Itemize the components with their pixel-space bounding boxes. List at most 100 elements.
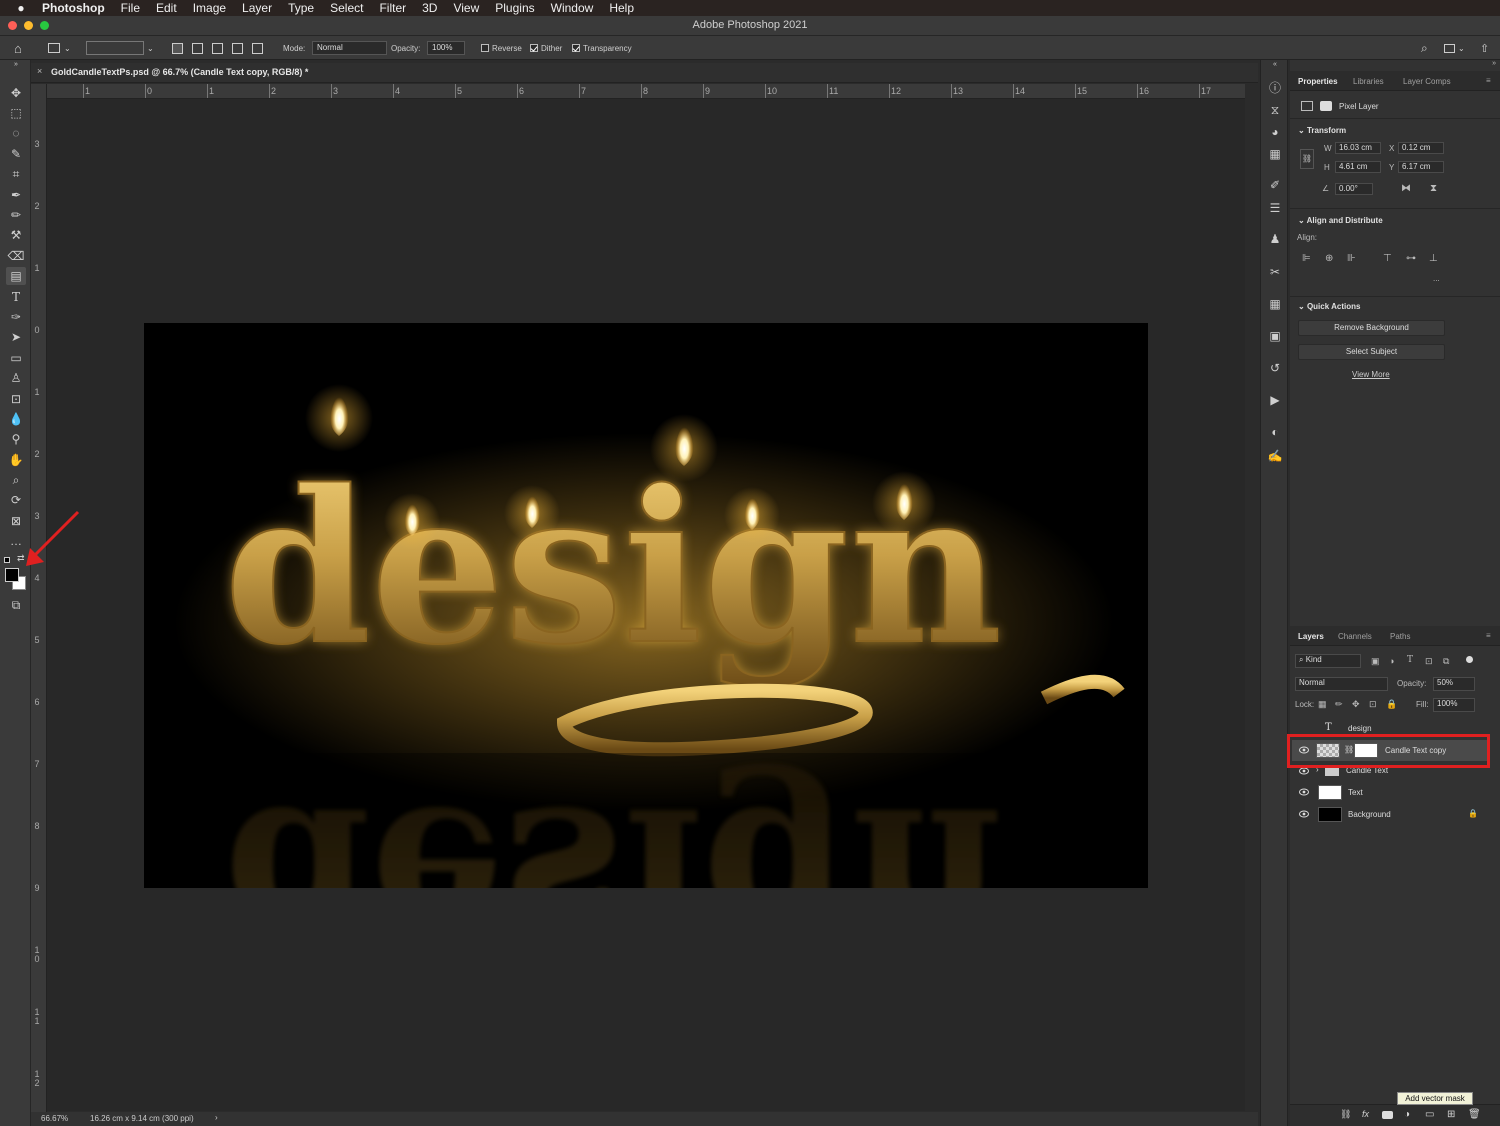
horizontal-ruler[interactable]: 1 0 1 2 3 4 5 6 7 8 9 10 11 12 13 14 15 16 17 — [47, 84, 1245, 99]
rectangle-tool-icon[interactable]: ▭ — [6, 349, 26, 367]
collapse-strip-icon[interactable]: « — [1267, 61, 1283, 69]
close-document-icon[interactable]: × — [37, 66, 42, 76]
layer-thumbnail[interactable] — [1318, 785, 1342, 800]
workspace-icon[interactable]: ⌄ — [1444, 36, 1465, 60]
align-right-icon[interactable]: ⊪ — [1347, 253, 1356, 264]
align-center-h-icon[interactable]: ⊕ — [1325, 253, 1333, 264]
color-icon[interactable]: ◕ — [1267, 124, 1283, 140]
angle-field[interactable]: 0.00° — [1335, 183, 1373, 195]
filter-type-icon[interactable]: T — [1407, 655, 1413, 665]
align-section-title[interactable]: ⌄ Align and Distribute — [1298, 216, 1383, 225]
dodge-tool-icon[interactable]: ⚲ — [6, 430, 26, 448]
panel-menu-icon[interactable]: ≡ — [1486, 76, 1491, 85]
lock-transparent-icon[interactable]: ▦ — [1318, 699, 1327, 710]
x-field[interactable]: 0.12 cm — [1398, 142, 1444, 154]
blur-tool-icon[interactable]: 💧 — [6, 410, 26, 428]
layer-opacity-input[interactable]: 50% — [1433, 677, 1475, 691]
flip-horizontal-icon[interactable]: ⧓ — [1401, 183, 1411, 194]
layers-menu-icon[interactable]: ≡ — [1486, 631, 1491, 640]
zoom-level[interactable]: 66.67% — [41, 1114, 68, 1123]
align-center-v-icon[interactable]: ⊶ — [1406, 253, 1416, 264]
tab-properties[interactable]: Properties — [1298, 77, 1338, 86]
reflected-gradient-button[interactable] — [232, 42, 243, 54]
search-icon[interactable]: ⌕ — [1421, 36, 1428, 60]
menu-image[interactable]: Image — [193, 1, 226, 15]
default-colors-icon[interactable] — [4, 557, 10, 563]
tab-paths[interactable]: Paths — [1390, 632, 1410, 641]
diamond-gradient-button[interactable] — [252, 42, 263, 54]
pen-tool-icon[interactable]: ✑ — [6, 308, 26, 326]
mode-select[interactable]: Normal — [312, 41, 387, 55]
align-top-icon[interactable]: ⊤ — [1383, 253, 1392, 264]
document-tab[interactable]: × GoldCandleTextPs.psd @ 66.7% (Candle T… — [31, 63, 1258, 83]
info-icon[interactable]: ⓘ — [1267, 80, 1283, 96]
filter-shape-icon[interactable]: ⊡ — [1425, 656, 1433, 667]
lock-all-icon[interactable]: 🔒 — [1386, 699, 1397, 710]
menu-filter[interactable]: Filter — [379, 1, 406, 15]
linear-gradient-button[interactable] — [172, 42, 183, 54]
visibility-eye-icon[interactable] — [1299, 787, 1309, 797]
remove-background-button[interactable]: Remove Background — [1298, 320, 1445, 336]
layer-row-background[interactable]: Background 🔒 — [1292, 804, 1488, 825]
radial-gradient-button[interactable] — [192, 42, 203, 54]
new-adjustment-layer-icon[interactable]: ◑ — [1404, 1109, 1410, 1120]
styles-icon[interactable]: ◐ — [1267, 424, 1283, 440]
view-more-link[interactable]: View More — [1352, 370, 1390, 379]
height-field[interactable]: 4.61 cm — [1335, 161, 1381, 173]
filter-adjustment-icon[interactable]: ◑ — [1389, 656, 1394, 666]
tool-preset-picker[interactable]: ⌄ — [48, 36, 71, 60]
history-icon[interactable]: ⧖ — [1267, 102, 1283, 118]
filter-kind-select[interactable]: ⌕ Kind — [1295, 654, 1361, 668]
layer-row-text[interactable]: Text — [1292, 782, 1488, 803]
menu-3d[interactable]: 3D — [422, 1, 437, 15]
visibility-eye-icon[interactable] — [1299, 809, 1309, 819]
tab-layers[interactable]: Layers — [1298, 632, 1324, 641]
document-canvas[interactable]: design design design — [144, 323, 1148, 888]
home-icon[interactable]: ⌂ — [14, 36, 22, 60]
align-left-icon[interactable]: ⊫ — [1302, 253, 1311, 264]
new-layer-icon[interactable]: ⊞ — [1447, 1109, 1455, 1120]
rotate-view-tool-icon[interactable]: ⟳ — [6, 491, 26, 509]
fx-icon[interactable]: fx — [1362, 1109, 1369, 1119]
swatches-icon[interactable]: ▦ — [1267, 146, 1283, 162]
menu-select[interactable]: Select — [330, 1, 363, 15]
zoom-tool-icon[interactable]: ⌕ — [6, 471, 26, 489]
screen-mode-icon[interactable]: ⧉ — [6, 596, 26, 614]
tab-layer-comps[interactable]: Layer Comps — [1403, 77, 1451, 86]
filter-smart-object-icon[interactable]: ⧉ — [1443, 656, 1449, 667]
tab-channels[interactable]: Channels — [1338, 632, 1372, 641]
add-vector-mask-icon[interactable] — [1382, 1111, 1393, 1119]
menu-layer[interactable]: Layer — [242, 1, 272, 15]
share-icon[interactable]: ⇧ — [1480, 36, 1489, 60]
apple-icon[interactable]: ● — [14, 1, 28, 15]
more-align-options[interactable]: ... — [1433, 274, 1440, 283]
angle-gradient-button[interactable] — [212, 42, 223, 54]
new-group-icon[interactable]: ▭ — [1425, 1109, 1434, 1120]
flip-vertical-icon[interactable]: ⧗ — [1430, 183, 1437, 194]
collapse-panels-icon[interactable]: » — [1492, 60, 1496, 67]
foreground-color-swatch[interactable] — [5, 568, 19, 582]
hand-tool-icon[interactable]: ✋ — [6, 451, 26, 469]
delete-layer-icon[interactable]: 🗑 — [1468, 1109, 1481, 1120]
menu-app[interactable]: Photoshop — [42, 1, 105, 15]
blend-mode-select[interactable]: Normal — [1295, 677, 1388, 691]
quick-actions-section-title[interactable]: ⌄ Quick Actions — [1298, 302, 1360, 311]
gradient-picker[interactable]: ⌄ — [86, 36, 154, 60]
link-layers-icon[interactable]: ⛓ — [1340, 1109, 1351, 1120]
reverse-checkbox[interactable]: Reverse — [481, 36, 522, 60]
lock-position-icon[interactable]: ✥ — [1352, 699, 1360, 710]
opacity-input[interactable]: 100% — [427, 41, 465, 55]
glyphs-icon[interactable]: ✍ — [1267, 448, 1283, 464]
menu-file[interactable]: File — [121, 1, 140, 15]
mask-icon[interactable] — [1320, 101, 1332, 111]
clone-source-icon[interactable]: ♟ — [1267, 231, 1283, 247]
type-tool-icon[interactable]: T — [6, 288, 26, 306]
gradients-icon[interactable]: ▣ — [1267, 328, 1283, 344]
menu-plugins[interactable]: Plugins — [495, 1, 534, 15]
eyedropper-tool-icon[interactable]: ✒ — [6, 186, 26, 204]
dither-checkbox[interactable]: Dither — [530, 36, 562, 60]
align-bottom-icon[interactable]: ⊥ — [1429, 253, 1438, 264]
lock-artboard-icon[interactable]: ⊡ — [1369, 699, 1377, 710]
link-dimensions-icon[interactable]: ⛓ — [1300, 149, 1314, 169]
move-tool-icon[interactable]: ✥ — [6, 84, 26, 102]
